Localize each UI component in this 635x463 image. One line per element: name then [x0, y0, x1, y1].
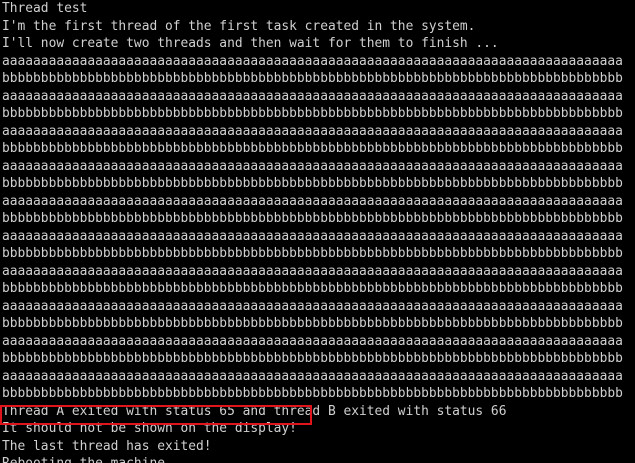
terminal-line: aaaaaaaaaaaaaaaaaaaaaaaaaaaaaaaaaaaaaaaa…	[2, 368, 623, 384]
terminal-line: bbbbbbbbbbbbbbbbbbbbbbbbbbbbbbbbbbbbbbbb…	[2, 71, 623, 86]
terminal-line: I'm the first thread of the first task c…	[2, 18, 476, 34]
last-thread-line: The last thread has exited!	[2, 438, 212, 454]
terminal-line: bbbbbbbbbbbbbbbbbbbbbbbbbbbbbbbbbbbbbbbb…	[2, 176, 623, 191]
terminal-line: aaaaaaaaaaaaaaaaaaaaaaaaaaaaaaaaaaaaaaaa…	[2, 193, 623, 209]
highlighted-warning-line: It should not be shown on the display!	[2, 421, 297, 436]
terminal-line: bbbbbbbbbbbbbbbbbbbbbbbbbbbbbbbbbbbbbbbb…	[2, 211, 623, 226]
terminal-line: I'll now create two threads and then wai…	[2, 36, 499, 51]
terminal-output: Thread test I'm the first thread of the …	[2, 0, 635, 463]
terminal-line: aaaaaaaaaaaaaaaaaaaaaaaaaaaaaaaaaaaaaaaa…	[2, 123, 623, 139]
rebooting-line: Rebooting the machine ...	[2, 455, 635, 463]
terminal-line: aaaaaaaaaaaaaaaaaaaaaaaaaaaaaaaaaaaaaaaa…	[2, 228, 623, 244]
terminal-line: bbbbbbbbbbbbbbbbbbbbbbbbbbbbbbbbbbbbbbbb…	[2, 316, 623, 331]
terminal-line: bbbbbbbbbbbbbbbbbbbbbbbbbbbbbbbbbbbbbbbb…	[2, 281, 623, 296]
terminal-line: bbbbbbbbbbbbbbbbbbbbbbbbbbbbbbbbbbbbbbbb…	[2, 386, 623, 401]
terminal-line: aaaaaaaaaaaaaaaaaaaaaaaaaaaaaaaaaaaaaaaa…	[2, 263, 623, 279]
exit-status-line: Thread A exited with status 65 and threa…	[2, 403, 507, 419]
terminal-line: aaaaaaaaaaaaaaaaaaaaaaaaaaaaaaaaaaaaaaaa…	[2, 53, 623, 69]
terminal-line: aaaaaaaaaaaaaaaaaaaaaaaaaaaaaaaaaaaaaaaa…	[2, 88, 623, 104]
terminal-line: Thread test	[2, 1, 88, 16]
terminal-line: bbbbbbbbbbbbbbbbbbbbbbbbbbbbbbbbbbbbbbbb…	[2, 106, 623, 121]
terminal-line: aaaaaaaaaaaaaaaaaaaaaaaaaaaaaaaaaaaaaaaa…	[2, 298, 623, 314]
terminal-line: bbbbbbbbbbbbbbbbbbbbbbbbbbbbbbbbbbbbbbbb…	[2, 351, 623, 366]
terminal-line: aaaaaaaaaaaaaaaaaaaaaaaaaaaaaaaaaaaaaaaa…	[2, 333, 623, 349]
terminal-line: bbbbbbbbbbbbbbbbbbbbbbbbbbbbbbbbbbbbbbbb…	[2, 141, 623, 156]
terminal-line: bbbbbbbbbbbbbbbbbbbbbbbbbbbbbbbbbbbbbbbb…	[2, 246, 623, 261]
terminal-line: aaaaaaaaaaaaaaaaaaaaaaaaaaaaaaaaaaaaaaaa…	[2, 158, 623, 174]
